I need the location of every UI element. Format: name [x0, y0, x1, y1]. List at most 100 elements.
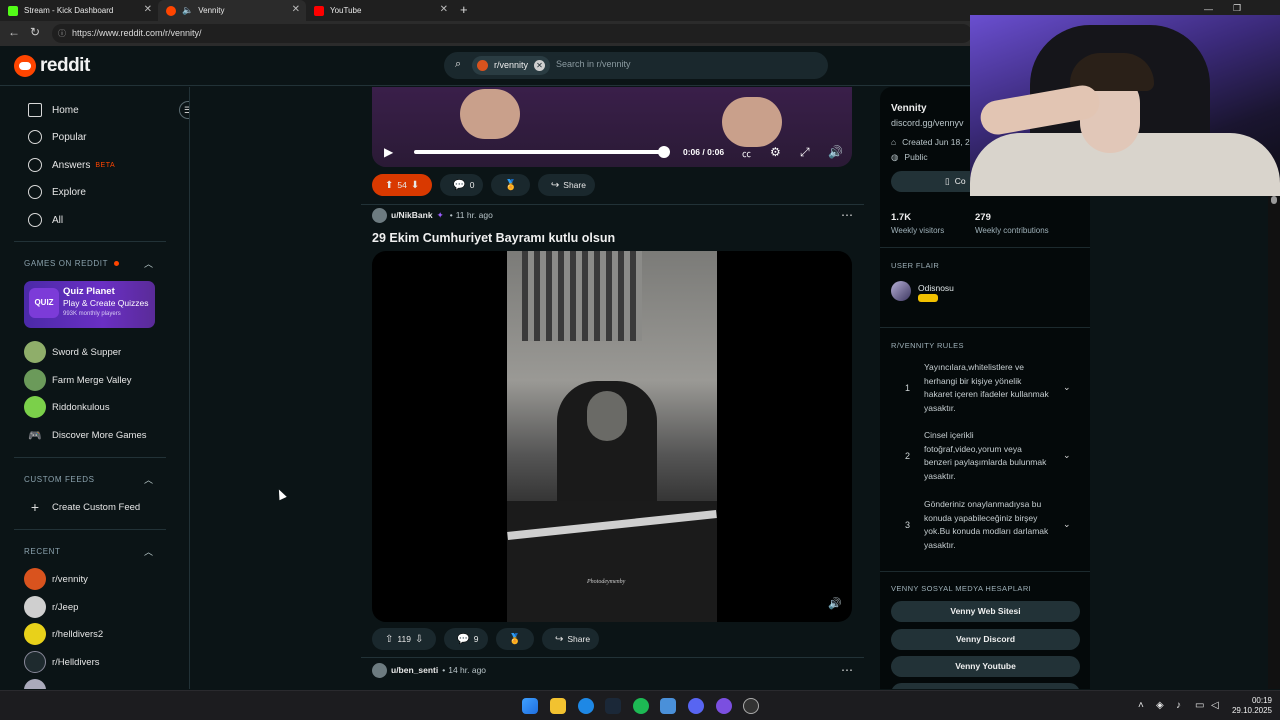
volume-icon[interactable]: 🔊 [828, 597, 842, 610]
file-explorer-icon[interactable] [550, 698, 566, 714]
more-link-button[interactable] [891, 683, 1080, 689]
more-options-icon[interactable]: ⋯ [841, 208, 853, 222]
nav-explore[interactable]: Explore [28, 182, 86, 202]
venny-youtube-button[interactable]: Venny Youtube [891, 656, 1080, 677]
post-title[interactable]: 29 Ekim Cumhuriyet Bayramı kutlu olsun [372, 231, 615, 245]
search-bar[interactable]: ⌕ r/vennity ✕ Search in r/vennity [444, 52, 828, 79]
recent-header[interactable]: RECENT [24, 547, 61, 556]
award-button[interactable]: 🏅 [495, 628, 534, 650]
play-icon[interactable]: ▶ [384, 145, 393, 159]
site-info-icon[interactable]: ⓘ [58, 24, 66, 43]
recent-helldivers[interactable]: r/Helldivers [24, 651, 100, 673]
tab-kick-dashboard[interactable]: Stream - Kick Dashboard ✕ [0, 0, 158, 21]
more-options-icon[interactable]: ⋯ [841, 663, 853, 677]
share-button[interactable]: ↪ Share [541, 628, 600, 650]
custom-feeds-header[interactable]: CUSTOM FEEDS [24, 475, 95, 484]
back-icon[interactable]: ← [8, 25, 20, 39]
user-avatar[interactable] [372, 662, 387, 678]
nav-all[interactable]: All [28, 210, 63, 230]
minimize-button[interactable]: — [1204, 4, 1213, 14]
discover-more-games[interactable]: 🎮 Discover More Games [24, 424, 146, 446]
user-avatar[interactable] [372, 207, 387, 223]
downvote-icon[interactable]: ⇩ [415, 634, 423, 645]
spotify-icon[interactable] [633, 698, 649, 714]
settings-gear-icon[interactable]: ⚙ [770, 145, 781, 159]
app-icon[interactable] [660, 698, 676, 714]
recent-jeep[interactable]: r/Jeep [24, 596, 78, 618]
comments-button[interactable]: 💬 0 [440, 174, 484, 196]
close-tab-icon[interactable]: ✕ [440, 4, 448, 15]
discord-icon[interactable] [688, 698, 704, 714]
clear-chip-icon[interactable]: ✕ [534, 60, 546, 71]
scrollbar-thumb[interactable] [1271, 196, 1277, 204]
recent-helldivers2[interactable]: r/helldivers2 [24, 623, 103, 645]
recent-vennity[interactable]: r/vennity [24, 568, 88, 590]
reload-icon[interactable]: ↻ [30, 25, 40, 39]
speaker-icon[interactable]: 🔈 [182, 5, 193, 16]
post-author[interactable]: u/NikBank [391, 210, 433, 220]
url-field[interactable]: ⓘ https://www.reddit.com/r/vennity/ [52, 24, 972, 43]
flair-avatar[interactable] [891, 281, 911, 301]
captions-icon[interactable]: ㏄ [742, 147, 751, 160]
downvote-icon[interactable]: ⬇ [411, 180, 419, 191]
post-author[interactable]: u/ben_senti [391, 665, 438, 675]
chevron-down-icon[interactable]: ⌄ [1063, 450, 1071, 461]
close-tab-icon[interactable]: ✕ [144, 4, 152, 15]
chevron-up-icon[interactable]: ︿ [144, 257, 153, 270]
clock-date: 29.10.2025 [1231, 706, 1272, 715]
taskbar-clock[interactable]: 00:19 29.10.2025 [1228, 696, 1272, 716]
network-icon[interactable]: ▭ [1195, 700, 1204, 711]
tab-youtube[interactable]: YouTube ✕ [306, 0, 454, 21]
chevron-down-icon[interactable]: ⌄ [1063, 519, 1071, 530]
video-progress-bar[interactable] [414, 146, 670, 158]
comments-button[interactable]: 💬 9 [444, 628, 488, 650]
rule-item-3[interactable]: 3 Gönderiniz onaylanmadıysa bu konuda ya… [891, 497, 1081, 557]
steam-icon[interactable] [605, 698, 621, 714]
subreddit-chip[interactable]: r/vennity ✕ [472, 56, 551, 75]
page-scrollbar[interactable] [1268, 196, 1280, 689]
rule-item-1[interactable]: 1 Yayıncılara,whitelistlere ve herhangi … [891, 359, 1081, 419]
reddit-logo[interactable]: reddit [14, 55, 90, 77]
venny-website-button[interactable]: Venny Web Sitesi [891, 601, 1080, 622]
windows-start-icon[interactable] [522, 698, 538, 714]
upvote-icon[interactable]: ⇧ [385, 634, 393, 645]
rule-item-2[interactable]: 2 Cinsel içerikli fotoğraf,video,yorum v… [891, 428, 1081, 488]
progress-knob[interactable] [658, 146, 670, 158]
post-video-player[interactable]: ▶ 0:06 / 0:06 ㏄ ⚙ ⤢ 🔊 [372, 87, 852, 167]
recent-more[interactable] [24, 679, 52, 689]
tray-app-icon[interactable]: ◈ [1156, 700, 1164, 711]
search-placeholder[interactable]: Search in r/vennity [556, 59, 631, 69]
maximize-button[interactable]: ❐ [1233, 3, 1241, 14]
obs-icon[interactable] [743, 698, 759, 714]
app-icon[interactable] [716, 698, 732, 714]
microphone-icon[interactable]: ♪ [1176, 700, 1181, 711]
game-riddonkulous[interactable]: Riddonkulous [24, 396, 110, 418]
quiz-planet-card[interactable]: QUIZ Quiz Planet Play & Create Quizzes 9… [24, 281, 155, 328]
volume-tray-icon[interactable]: ◁ [1211, 700, 1219, 711]
volume-icon[interactable]: 🔊 [828, 145, 843, 159]
share-button[interactable]: ↪ Share [537, 174, 595, 196]
upvote-icon[interactable]: ⬆ [385, 180, 393, 191]
game-farm-merge-valley[interactable]: Farm Merge Valley [24, 369, 132, 391]
chevron-up-icon[interactable]: ︿ [144, 473, 153, 486]
edge-icon[interactable] [578, 698, 594, 714]
collapse-sidebar-button[interactable]: ☰ [179, 101, 189, 119]
tab-vennity[interactable]: 🔈 Vennity ✕ [158, 0, 306, 21]
tray-chevron-icon[interactable]: ˄ [1138, 700, 1144, 711]
game-sword-supper[interactable]: Sword & Supper [24, 341, 121, 363]
fullscreen-icon[interactable]: ⤢ [800, 145, 810, 160]
post-video-player[interactable]: Photodeymenby 🔊 [372, 251, 852, 622]
create-custom-feed[interactable]: + Create Custom Feed [24, 496, 140, 518]
nav-home[interactable]: Home [28, 100, 79, 120]
nav-answers[interactable]: Answers BETA [28, 155, 115, 175]
chevron-down-icon[interactable]: ⌄ [1063, 382, 1071, 393]
home-icon [28, 103, 42, 117]
award-button[interactable]: 🏅 [491, 174, 530, 196]
close-tab-icon[interactable]: ✕ [292, 4, 300, 15]
games-section-header[interactable]: GAMES ON REDDIT [24, 259, 119, 268]
new-tab-button[interactable]: + [460, 2, 468, 17]
nav-popular[interactable]: Popular [28, 127, 86, 147]
chevron-up-icon[interactable]: ︿ [144, 545, 153, 558]
venny-discord-button[interactable]: Venny Discord [891, 629, 1080, 650]
created-text: Created Jun 18, 2 [902, 137, 970, 147]
